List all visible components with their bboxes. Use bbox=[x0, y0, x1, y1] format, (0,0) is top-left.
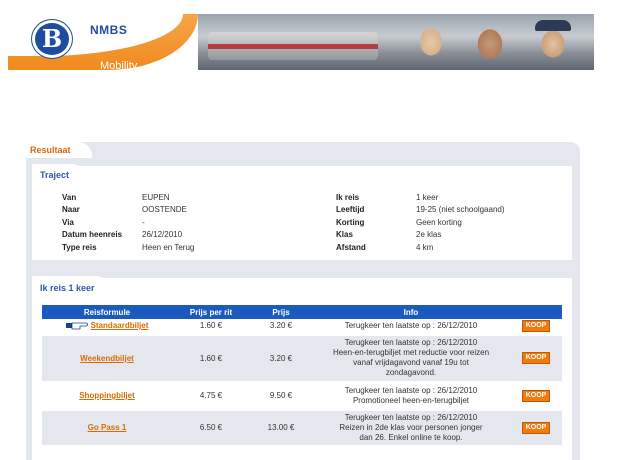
info-line: Terugkeer ten laatste op : 26/12/2010 bbox=[344, 412, 478, 422]
info-line: Heen-en-terugbiljet met reductie voor re… bbox=[332, 348, 490, 357]
col-reisformule: Reisformule bbox=[42, 305, 172, 319]
field-label: Korting bbox=[336, 217, 365, 227]
cell-reisformule: Go Pass 1 bbox=[42, 409, 172, 448]
cell-reisformule: Standaardbiljet bbox=[42, 319, 172, 336]
field-value: 19-25 (niet schoolgaand) bbox=[416, 205, 505, 215]
field-value: Geen korting bbox=[416, 217, 462, 227]
field-value: 1 keer bbox=[416, 193, 439, 202]
field-label: Van bbox=[62, 193, 77, 202]
cell-prijs-per-rit: 6.50 € bbox=[172, 409, 250, 448]
field-label: Leeftijd bbox=[336, 205, 365, 215]
traject-field: Ik reis 1 keer bbox=[336, 193, 438, 202]
table-row: Weekendbiljet 1.60 €3.20 € Terugkeer ten l… bbox=[42, 334, 562, 384]
traject-field: Leeftijd 19-25 (niet schoolgaand) bbox=[336, 205, 505, 214]
field-label: Datum heenreis bbox=[62, 230, 123, 240]
field-value: Heen en Terug bbox=[142, 242, 195, 252]
cell-koop: KOOP bbox=[510, 319, 562, 336]
info-line: Terugkeer ten laatste op : 26/12/2010 bbox=[344, 385, 478, 395]
cell-prijs: 13.00 € bbox=[250, 409, 312, 448]
koop-button[interactable]: KOOP bbox=[521, 421, 551, 434]
cell-info: Terugkeer ten laatste op : 26/12/2010 Hee… bbox=[312, 334, 510, 384]
info-line: dan 26. Enkel online te koop. bbox=[359, 432, 463, 442]
info-line: Promotioneel heen-en-terugbiljet bbox=[352, 395, 470, 405]
train-stripe bbox=[208, 44, 378, 49]
info-line: Terugkeer ten laatste op : 26/12/2010 bbox=[344, 338, 478, 347]
reis-title: Ik reis 1 keer bbox=[40, 283, 95, 293]
field-label: Via bbox=[62, 217, 74, 227]
brand-name: NMBS bbox=[90, 23, 128, 37]
traject-field: Van EUPEN bbox=[62, 193, 170, 202]
field-value: 26/12/2010 bbox=[142, 230, 183, 240]
field-value: EUPEN bbox=[142, 193, 170, 202]
table-row: Standaardbiljet 1.60 €3.20 € Terugkeer ten… bbox=[42, 319, 562, 336]
field-label: Klas bbox=[336, 230, 353, 240]
cell-info: Terugkeer ten laatste op : 26/12/2010 Rei… bbox=[312, 409, 510, 448]
cell-prijs-per-rit: 1.60 € bbox=[172, 319, 250, 336]
fare-formula-link[interactable]: Go Pass 1 bbox=[88, 423, 127, 432]
table-header-row: Reisformule Prijs per rit Prijs Info bbox=[42, 305, 562, 319]
fare-formula-link[interactable]: Standaardbiljet bbox=[91, 321, 149, 330]
result-title: Resultaat bbox=[30, 145, 71, 155]
info-line: Reizen in 2de klas voor personen jonger bbox=[339, 422, 483, 432]
traject-field: Naar OOSTENDE bbox=[62, 205, 187, 214]
koop-button[interactable]: KOOP bbox=[521, 352, 551, 364]
table-row: Go Pass 1 6.50 €13.00 € Terugkeer ten laat… bbox=[42, 409, 562, 448]
col-info: Info bbox=[312, 305, 510, 319]
brand-subtitle: Mobility bbox=[100, 60, 138, 70]
field-value: 4 km bbox=[416, 242, 434, 252]
cell-reisformule: Weekendbiljet bbox=[42, 334, 172, 384]
cell-prijs: 9.50 € bbox=[250, 382, 312, 411]
col-koop bbox=[510, 305, 562, 319]
cell-prijs: 3.20 € bbox=[250, 319, 312, 336]
header-banner: B NMBS Mobility bbox=[8, 14, 594, 70]
koop-button[interactable]: KOOP bbox=[521, 319, 551, 332]
field-value: - bbox=[142, 217, 145, 227]
koop-button[interactable]: KOOP bbox=[521, 389, 551, 402]
field-label: Naar bbox=[62, 205, 80, 215]
field-label: Afstand bbox=[336, 242, 366, 252]
traject-field: Korting Geen korting bbox=[336, 218, 462, 227]
field-value: 2e klas bbox=[416, 230, 442, 240]
cell-prijs-per-rit: 1.60 € bbox=[172, 334, 250, 384]
fare-formula-link[interactable]: Shoppingbiljet bbox=[79, 391, 135, 400]
fare-formula-link[interactable]: Weekendbiljet bbox=[80, 354, 134, 363]
cell-prijs-per-rit: 4.75 € bbox=[172, 382, 250, 411]
traject-field: Datum heenreis 26/12/2010 bbox=[62, 230, 182, 239]
col-prijs-per-rit: Prijs per rit bbox=[172, 305, 250, 319]
traject-field: Type reis Heen en Terug bbox=[62, 243, 194, 252]
cell-reisformule: Shoppingbiljet bbox=[42, 382, 172, 411]
hand-pointer-icon bbox=[65, 323, 88, 330]
conductor-cap bbox=[535, 20, 571, 31]
field-value: OOSTENDE bbox=[142, 205, 187, 215]
cell-koop: KOOP bbox=[510, 334, 562, 384]
header-photo bbox=[198, 14, 594, 70]
traject-field: Via - bbox=[62, 218, 145, 227]
info-line: vanaf vrijdagavond vanaf 19u tot bbox=[353, 358, 469, 367]
field-label: Type reis bbox=[62, 242, 97, 252]
table-row: Shoppingbiljet 4.75 €9.50 € Terugkeer ten … bbox=[42, 382, 562, 411]
traject-title: Traject bbox=[40, 170, 70, 180]
info-line: Terugkeer ten laatste op : 26/12/2010 bbox=[344, 320, 478, 330]
cell-info: Terugkeer ten laatste op : 26/12/2010 Pro… bbox=[312, 382, 510, 411]
cell-koop: KOOP bbox=[510, 409, 562, 448]
info-line: zondagavond. bbox=[385, 368, 437, 377]
logo-letter: B bbox=[41, 24, 63, 53]
fares-table: Reisformule Prijs per rit Prijs Info Sta… bbox=[42, 305, 562, 448]
field-label: Ik reis bbox=[336, 193, 360, 202]
col-prijs: Prijs bbox=[250, 305, 312, 319]
cell-koop: KOOP bbox=[510, 382, 562, 411]
nmbs-logo-icon[interactable]: B bbox=[32, 20, 72, 58]
traject-field: Klas 2e klas bbox=[336, 230, 441, 239]
cell-info: Terugkeer ten laatste op : 26/12/2010 bbox=[312, 319, 510, 336]
cell-prijs: 3.20 € bbox=[250, 334, 312, 384]
traject-field: Afstand 4 km bbox=[336, 243, 433, 252]
